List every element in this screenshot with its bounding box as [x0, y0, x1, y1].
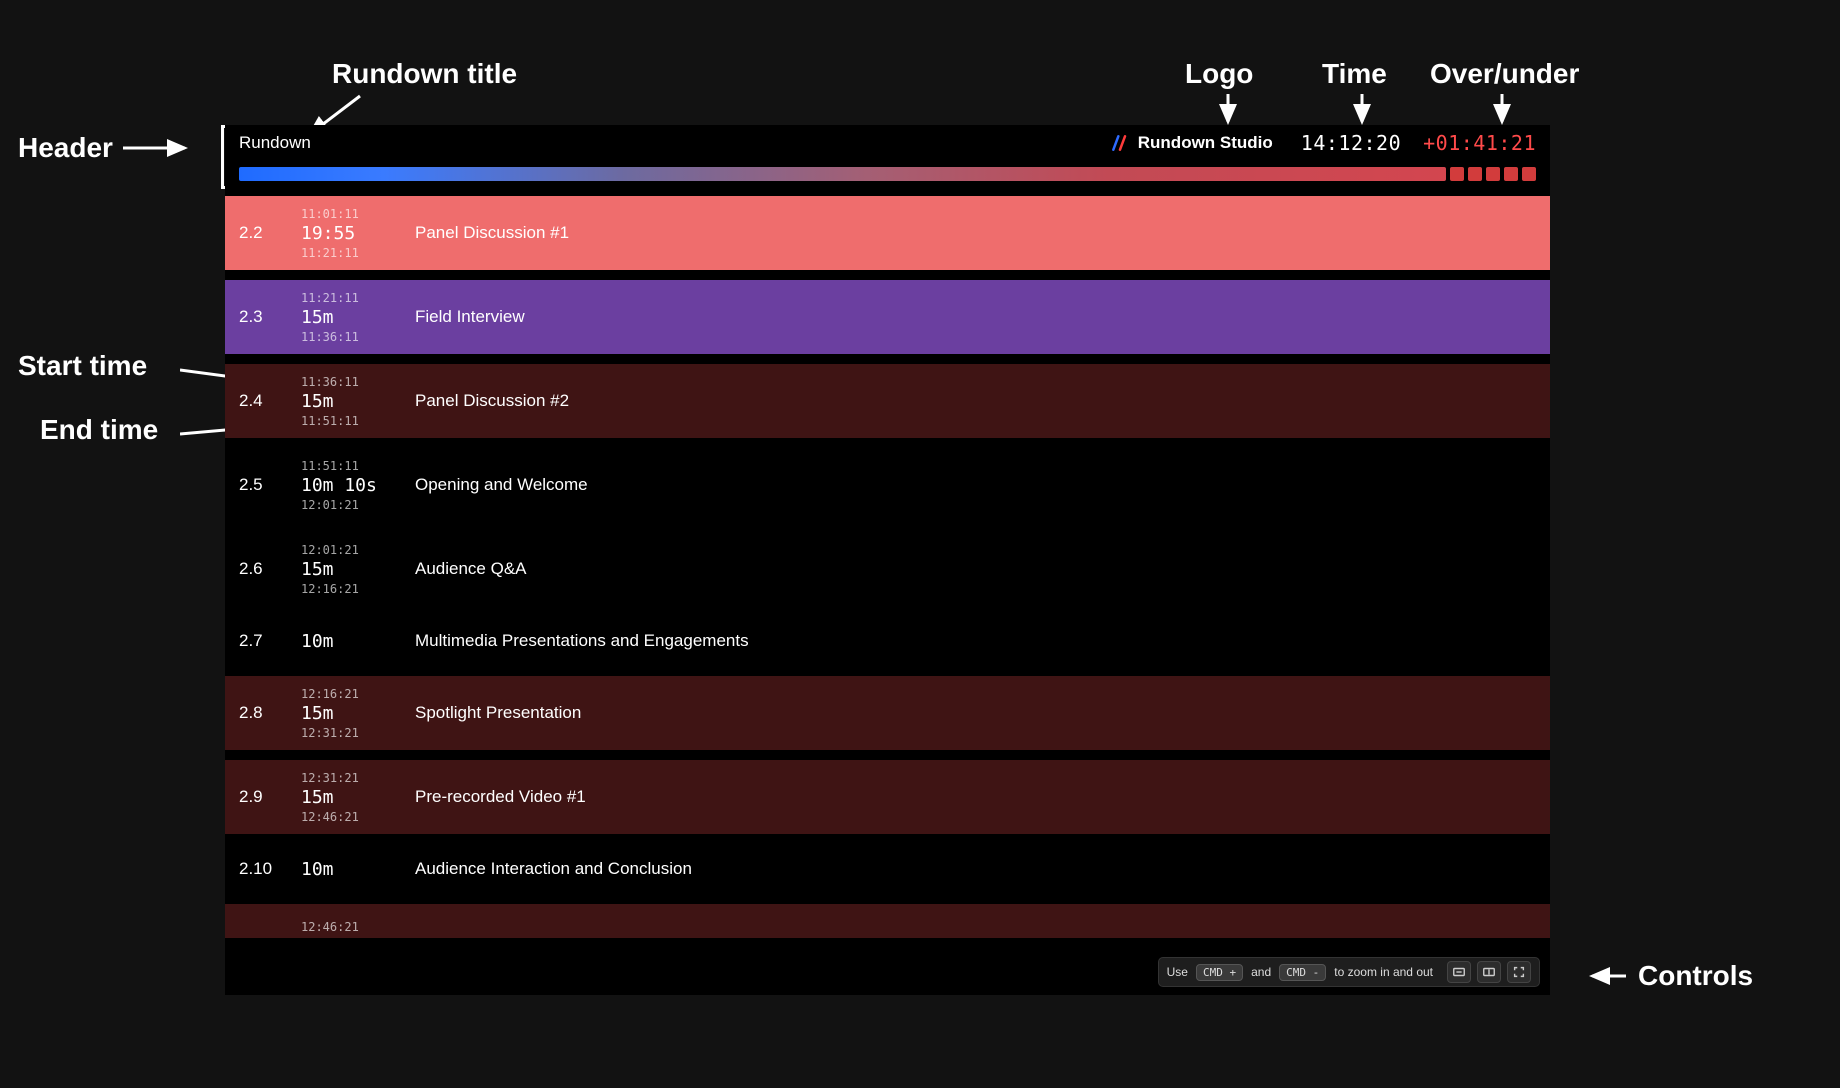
cue-start-time: 11:51:11 [301, 459, 393, 473]
rundown-row[interactable]: 2.6 12:01:21 15m 12:16:21 Audience Q&A [225, 532, 1550, 606]
cue-title: Audience Q&A [415, 559, 527, 579]
rundown-row[interactable]: 2.5 11:51:11 10m 10s 12:01:21 Opening and We… [225, 448, 1550, 522]
cue-times: 12:16:21 15m 12:31:21 [301, 687, 393, 740]
fit-width-button[interactable] [1447, 961, 1471, 983]
cue-number: 2.3 [239, 307, 279, 327]
progress-segment [1468, 167, 1482, 181]
product-name: Rundown Studio [1138, 133, 1273, 153]
cue-start-time: 12:31:21 [301, 771, 393, 785]
cue-start-time: 12:01:21 [301, 543, 393, 557]
over-under-time: +01:41:21 [1423, 131, 1536, 155]
rundown-title: Rundown [239, 133, 311, 153]
rundown-rows: 2.2 11:01:11 19:55 11:21:11 Panel Discussion… [225, 191, 1550, 899]
cue-times: 10m [301, 859, 393, 880]
cue-start-time: 11:01:11 [301, 207, 393, 221]
cue-end-time: 12:31:21 [301, 726, 393, 740]
progress-segment [1522, 167, 1536, 181]
cue-title: Multimedia Presentations and Engagements [415, 631, 749, 651]
header-bar: Rundown Rundown Studio 14:12:20 +01:41:2… [225, 125, 1550, 161]
fullscreen-button[interactable] [1507, 961, 1531, 983]
cue-duration: 15m [301, 787, 393, 808]
product-logo[interactable]: Rundown Studio [1110, 133, 1273, 153]
cue-times: 10m [301, 631, 393, 652]
controls-text: Use [1167, 965, 1188, 979]
cue-times: 11:51:11 10m 10s 12:01:21 [301, 459, 393, 512]
controls-bar: Use CMD + and CMD - to zoom in and out [1158, 957, 1540, 987]
cue-duration: 10m [301, 631, 393, 652]
cue-title: Spotlight Presentation [415, 703, 581, 723]
fullscreen-icon [1512, 965, 1526, 979]
cue-number: 2.10 [239, 859, 279, 879]
progress-gradient [239, 167, 1446, 181]
arrow-icon [1588, 964, 1628, 988]
rundown-row[interactable]: 2.8 12:16:21 15m 12:31:21 Spotlight Presenta… [225, 676, 1550, 750]
cue-end-time: 11:51:11 [301, 414, 393, 428]
cue-end-time: 11:21:11 [301, 246, 393, 260]
cue-title: Panel Discussion #2 [415, 391, 569, 411]
cue-title: Opening and Welcome [415, 475, 588, 495]
cue-title: Panel Discussion #1 [415, 223, 569, 243]
cue-number: 2.9 [239, 787, 279, 807]
progress-segment [1504, 167, 1518, 181]
rundown-row[interactable]: 2.9 12:31:21 15m 12:46:21 Pre-recorded Video… [225, 760, 1550, 834]
cue-end-time: 11:36:11 [301, 330, 393, 344]
cue-end-time: 12:01:21 [301, 498, 393, 512]
cue-end-time: 12:16:21 [301, 582, 393, 596]
cue-number: 2.4 [239, 391, 279, 411]
rundown-row[interactable]: 2.3 11:21:11 15m 11:36:11 Field Interview [225, 280, 1550, 354]
cue-duration: 15m [301, 703, 393, 724]
cue-title: Pre-recorded Video #1 [415, 787, 586, 807]
cue-number: 2.7 [239, 631, 279, 651]
rundown-row[interactable]: 2.4 11:36:11 15m 11:51:11 Panel Discussion #… [225, 364, 1550, 438]
annotation-header: Header [18, 132, 193, 164]
cue-duration: 15m [301, 307, 393, 328]
annotation-time: Time [1322, 58, 1387, 90]
cue-times: 12:01:21 15m 12:16:21 [301, 543, 393, 596]
cue-title: Audience Interaction and Conclusion [415, 859, 692, 879]
cue-times: 11:21:11 15m 11:36:11 [301, 291, 393, 344]
cue-duration: 15m [301, 559, 393, 580]
cue-times: 11:01:11 19:55 11:21:11 [301, 207, 393, 260]
cue-end-time: 12:46:21 [301, 810, 393, 824]
cue-number: 2.2 [239, 223, 279, 243]
cue-duration: 10m [301, 859, 393, 880]
annotation-controls: Controls [1588, 960, 1753, 992]
rundown-row[interactable]: 2.2 11:01:11 19:55 11:21:11 Panel Discussion… [225, 196, 1550, 270]
annotation-start-time: Start time [18, 350, 147, 382]
controls-text: to zoom in and out [1334, 965, 1433, 979]
progress-segment [1486, 167, 1500, 181]
fit-height-icon [1482, 965, 1496, 979]
annotation-over-under: Over/under [1430, 58, 1579, 90]
arrow-icon [123, 136, 193, 160]
cue-times: 12:31:21 15m 12:46:21 [301, 771, 393, 824]
cue-times: 11:36:11 15m 11:51:11 [301, 375, 393, 428]
progress-segment [1450, 167, 1464, 181]
annotation-logo: Logo [1185, 58, 1253, 90]
rundown-app: Rundown Rundown Studio 14:12:20 +01:41:2… [225, 125, 1550, 995]
annotation-end-time: End time [40, 414, 158, 446]
fit-height-button[interactable] [1477, 961, 1501, 983]
cue-number: 2.6 [239, 559, 279, 579]
cue-number: 2.8 [239, 703, 279, 723]
rundown-row[interactable]: 2.10 10m Audience Interaction and Conclusi… [225, 844, 1550, 894]
progress-bar [239, 167, 1536, 181]
cue-start-time: 11:21:11 [301, 291, 393, 305]
cue-start-time: 12:46:21 [301, 920, 359, 934]
annotation-rundown-title: Rundown title [332, 58, 517, 90]
cue-duration: 15m [301, 391, 393, 412]
cue-duration: 10m 10s [301, 475, 393, 496]
cue-number: 2.5 [239, 475, 279, 495]
cue-title: Field Interview [415, 307, 525, 327]
controls-text: and [1251, 965, 1271, 979]
rundown-row[interactable]: 2.7 10m Multimedia Presentations and Engag… [225, 616, 1550, 666]
keyboard-shortcut: CMD - [1279, 964, 1326, 981]
cue-start-time: 11:36:11 [301, 375, 393, 389]
cue-duration: 19:55 [301, 223, 393, 244]
fit-width-icon [1452, 965, 1466, 979]
keyboard-shortcut: CMD + [1196, 964, 1243, 981]
rundown-row-partial[interactable]: 12:46:21 [225, 904, 1550, 938]
cue-start-time: 12:16:21 [301, 687, 393, 701]
logo-icon [1110, 133, 1130, 153]
time-of-day: 14:12:20 [1301, 131, 1401, 155]
